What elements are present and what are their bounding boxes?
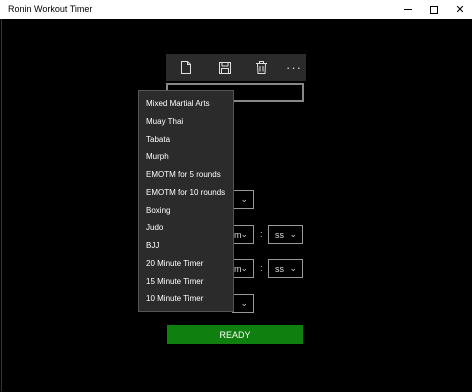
close-icon: ✕ <box>455 4 465 16</box>
save-icon <box>219 61 231 74</box>
new-document-icon <box>181 61 191 74</box>
delete-icon <box>255 61 267 74</box>
window-title: Ronin Workout Timer <box>8 4 93 14</box>
menu-item-tabata[interactable]: Tabata <box>139 131 233 148</box>
preset-dropdown-menu: Mixed Martial Arts Muay Thai Tabata Murp… <box>138 90 234 312</box>
maximize-icon <box>430 5 438 14</box>
command-bar: ··· <box>166 54 306 81</box>
menu-item-emotm-5[interactable]: EMOTM for 5 rounds <box>139 166 233 183</box>
chevron-down-icon: ⌄ <box>289 263 297 273</box>
menu-item-boxing[interactable]: Boxing <box>139 202 233 219</box>
new-workout-button[interactable] <box>171 54 201 81</box>
chevron-down-icon: ⌄ <box>289 229 297 239</box>
delete-workout-button[interactable] <box>246 54 276 81</box>
chevron-down-icon: ⌄ <box>240 298 248 308</box>
chevron-down-icon: ⌄ <box>240 263 248 273</box>
menu-item-muay-thai[interactable]: Muay Thai <box>139 113 233 130</box>
minimize-icon <box>404 9 412 10</box>
work-seconds-select[interactable]: ss ⌄ <box>268 225 303 244</box>
more-button[interactable]: ··· <box>279 54 309 81</box>
ready-button[interactable]: READY <box>167 325 303 344</box>
rest-minutes-select[interactable]: m ⌄ <box>232 259 254 278</box>
more-icon: ··· <box>286 60 302 75</box>
menu-item-15-minute-timer[interactable]: 15 Minute Timer <box>139 273 233 290</box>
menu-item-judo[interactable]: Judo <box>139 219 233 236</box>
work-seconds-value: ss <box>275 230 284 240</box>
warning-select[interactable]: ⌄ <box>232 294 254 313</box>
chevron-down-icon: ⌄ <box>240 229 248 239</box>
work-minutes-select[interactable]: m ⌄ <box>232 225 254 244</box>
rest-seconds-value: ss <box>275 264 284 274</box>
menu-item-emotm-10[interactable]: EMOTM for 10 rounds <box>139 184 233 201</box>
chevron-down-icon: ⌄ <box>240 194 248 204</box>
close-button[interactable]: ✕ <box>446 0 472 19</box>
rest-seconds-select[interactable]: ss ⌄ <box>268 259 303 278</box>
title-bar: Ronin Workout Timer ✕ <box>0 0 472 19</box>
time-separator: : <box>260 229 263 239</box>
save-workout-button[interactable] <box>210 54 240 81</box>
menu-item-mixed-martial-arts[interactable]: Mixed Martial Arts <box>139 95 233 112</box>
menu-item-murph[interactable]: Murph <box>139 148 233 165</box>
menu-item-bjj[interactable]: BJJ <box>139 237 233 254</box>
time-separator: : <box>260 263 263 273</box>
rounds-select[interactable]: ⌄ <box>232 190 254 209</box>
menu-item-10-minute-timer[interactable]: 10 Minute Timer <box>139 290 233 307</box>
menu-item-20-minute-timer[interactable]: 20 Minute Timer <box>139 255 233 272</box>
maximize-button[interactable] <box>420 0 448 19</box>
minimize-button[interactable] <box>394 0 422 19</box>
